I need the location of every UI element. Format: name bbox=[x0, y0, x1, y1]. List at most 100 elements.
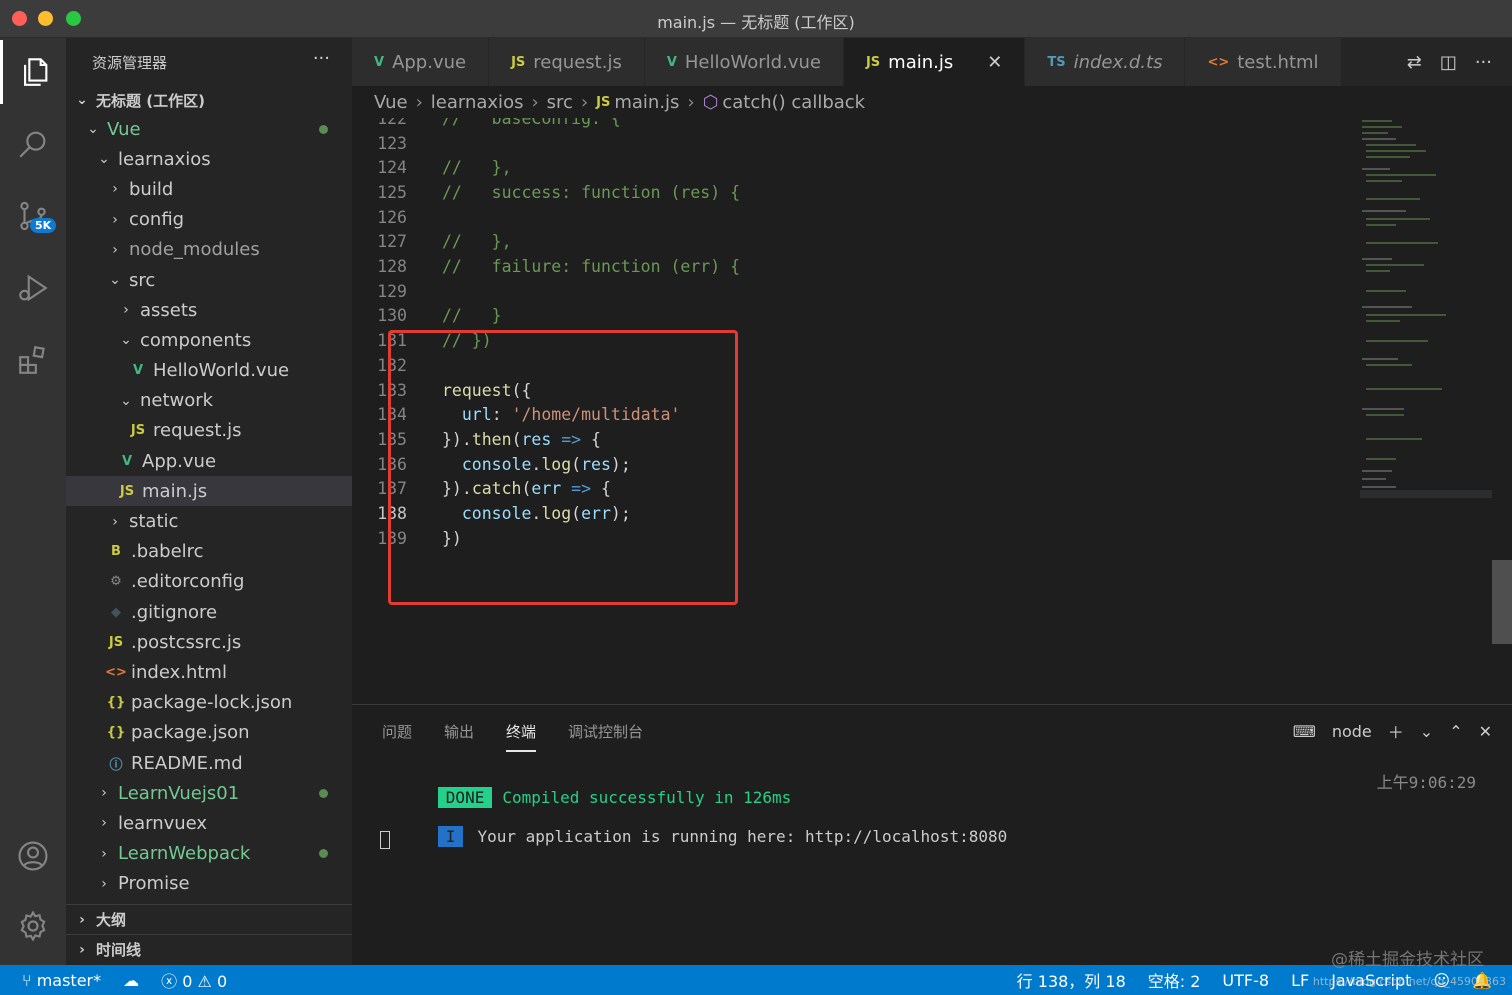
breadcrumb-item[interactable]: catch() callback bbox=[722, 92, 865, 113]
breadcrumb-item[interactable]: main.js bbox=[614, 92, 679, 113]
source-control-activity[interactable]: 5K bbox=[0, 184, 66, 248]
line-number: 123 bbox=[377, 133, 407, 153]
chevron-down-icon: ⌄ bbox=[98, 151, 110, 168]
html-file-icon: <> bbox=[1207, 54, 1230, 70]
tree-item[interactable]: › config bbox=[66, 205, 352, 235]
panel-tab[interactable]: 输出 bbox=[444, 721, 474, 752]
more-actions-icon[interactable]: ··· bbox=[1475, 52, 1492, 73]
cursor-position[interactable]: 行 138，列 18 bbox=[1017, 968, 1126, 992]
search-activity[interactable] bbox=[0, 112, 66, 176]
tab-ts[interactable]: TS index.d.ts bbox=[1025, 38, 1186, 86]
tree-item[interactable]: ◆ .gitignore bbox=[66, 597, 352, 627]
panel-tab[interactable]: 终端 bbox=[506, 721, 537, 752]
tree-item[interactable]: {} package-lock.json bbox=[66, 688, 352, 718]
tree-item[interactable]: JS .postcssrc.js bbox=[66, 627, 352, 657]
end-of-line[interactable]: LF bbox=[1291, 971, 1309, 990]
terminal-panel: 问题 输出 终端 调试控制台 ⌨ node ＋ ⌄ ⌃ ✕ DONE Compiled … bbox=[352, 704, 1512, 965]
editor-scrollbar[interactable] bbox=[1492, 560, 1512, 644]
tree-item[interactable]: ⌄ Vue bbox=[66, 114, 352, 144]
encoding[interactable]: UTF-8 bbox=[1222, 971, 1269, 990]
running-message: Your application is running here: http:/… bbox=[477, 827, 1008, 846]
tab-js[interactable]: JS request.js bbox=[489, 38, 645, 86]
tree-item[interactable]: › assets bbox=[66, 295, 352, 325]
editor-actions: ⇄ ◫ ··· bbox=[1407, 38, 1512, 86]
tree-item[interactable]: › LearnWebpack bbox=[66, 839, 352, 869]
tree-item-label: static bbox=[129, 511, 179, 533]
tree-item[interactable]: ⌄ learnaxios bbox=[66, 144, 352, 174]
json-file-icon: {} bbox=[106, 695, 126, 711]
tree-item[interactable]: › static bbox=[66, 506, 352, 536]
tab-vue[interactable]: V HelloWorld.vue bbox=[644, 38, 844, 86]
tree-item[interactable]: ⌄ components bbox=[66, 325, 352, 355]
tree-item[interactable]: ⓘ README.md bbox=[66, 748, 352, 778]
tree-item-label: .gitignore bbox=[131, 601, 218, 623]
tree-item[interactable]: › LearnVuejs01 bbox=[66, 778, 352, 808]
tree-item[interactable]: {} package.json bbox=[66, 718, 352, 748]
more-actions-icon[interactable]: ··· bbox=[313, 48, 330, 69]
run-debug-activity[interactable] bbox=[0, 256, 66, 320]
problems-status[interactable]: ⓧ 0 ⚠ 0 bbox=[161, 968, 227, 992]
tree-item-label: package-lock.json bbox=[131, 692, 293, 714]
tree-item[interactable]: › build bbox=[66, 174, 352, 204]
breadcrumb-item[interactable]: learnaxios bbox=[431, 92, 524, 113]
outline-section[interactable]: › 大纲 bbox=[66, 904, 352, 934]
tree-item[interactable]: › node_modules bbox=[66, 235, 352, 265]
outline-label: 大纲 bbox=[96, 911, 127, 929]
tree-item-label: Vue bbox=[107, 118, 141, 140]
branch-status[interactable]: ⑂ master* bbox=[22, 971, 101, 990]
tree-item[interactable]: ⌄ network bbox=[66, 386, 352, 416]
sync-icon[interactable]: ☁ bbox=[123, 971, 139, 990]
tree-item-label: config bbox=[129, 209, 185, 231]
close-panel-icon[interactable]: ✕ bbox=[1479, 722, 1492, 741]
accounts-activity[interactable] bbox=[0, 824, 66, 888]
tab-js[interactable]: JS main.js ✕ bbox=[843, 38, 1026, 86]
line-number: 129 bbox=[377, 281, 407, 301]
panel-tab[interactable]: 问题 bbox=[382, 721, 412, 752]
tree-item-label: learnvuex bbox=[118, 812, 208, 834]
tree-item-label: request.js bbox=[153, 420, 242, 442]
editor-tabs: V App.vue JS request.js V HelloWorld.vue JS mai… bbox=[352, 38, 1512, 86]
code-text: // }, bbox=[442, 232, 512, 251]
split-editor-icon[interactable]: ◫ bbox=[1440, 52, 1457, 73]
tree-item-label: src bbox=[129, 269, 156, 291]
compare-changes-icon[interactable]: ⇄ bbox=[1407, 52, 1422, 73]
breadcrumb-item[interactable]: src bbox=[547, 92, 573, 113]
terminal-line-running: I Your application is running here: http:… bbox=[380, 808, 1007, 865]
timeline-section[interactable]: › 时间线 bbox=[66, 934, 352, 964]
tab-html[interactable]: <> test.html bbox=[1185, 38, 1342, 86]
extensions-activity[interactable] bbox=[0, 328, 66, 392]
tab-label: test.html bbox=[1237, 51, 1319, 73]
tree-item[interactable]: JS request.js bbox=[66, 416, 352, 446]
tree-item[interactable]: V HelloWorld.vue bbox=[66, 356, 352, 386]
tree-item[interactable]: JS main.js bbox=[66, 476, 352, 507]
explorer-activity[interactable] bbox=[0, 40, 66, 104]
babel-file-icon: B bbox=[111, 544, 121, 560]
indentation[interactable]: 空格: 2 bbox=[1148, 968, 1201, 992]
chevron-right-icon: › bbox=[531, 91, 539, 113]
tree-item[interactable]: ⚙ .editorconfig bbox=[66, 567, 352, 597]
tab-label: main.js bbox=[888, 51, 954, 73]
tree-item[interactable]: V App.vue bbox=[66, 446, 352, 476]
chevron-right-icon: › bbox=[580, 91, 589, 113]
panel-tab[interactable]: 调试控制台 bbox=[568, 721, 643, 752]
maximize-panel-icon[interactable]: ⌃ bbox=[1449, 722, 1462, 741]
tree-item[interactable]: ⌄ src bbox=[66, 265, 352, 295]
tree-item[interactable]: B .babelrc bbox=[66, 537, 352, 567]
new-terminal-icon[interactable]: ＋ bbox=[1388, 719, 1404, 743]
tree-item-label: LearnVuejs01 bbox=[118, 782, 240, 804]
breadcrumb-item[interactable]: Vue bbox=[374, 92, 408, 113]
tab-vue[interactable]: V App.vue bbox=[352, 38, 490, 86]
tree-item[interactable]: › learnvuex bbox=[66, 808, 352, 838]
workspace-root[interactable]: ⌄ 无标题 (工作区) bbox=[66, 86, 352, 114]
code-line: 127 // }, bbox=[352, 230, 1352, 255]
terminal-cursor[interactable] bbox=[380, 831, 390, 853]
terminal-name[interactable]: node bbox=[1332, 722, 1372, 741]
chevron-down-icon[interactable]: ⌄ bbox=[1420, 722, 1433, 741]
manage-activity[interactable] bbox=[0, 894, 66, 958]
tree-item[interactable]: › Promise bbox=[66, 869, 352, 899]
tree-item[interactable]: <> index.html bbox=[66, 657, 352, 687]
close-icon[interactable]: ✕ bbox=[987, 52, 1002, 73]
minimap[interactable] bbox=[1360, 118, 1492, 498]
gear-file-icon: ⚙ bbox=[110, 574, 122, 590]
code-line: 125 // success: function (res) { bbox=[352, 180, 1352, 205]
